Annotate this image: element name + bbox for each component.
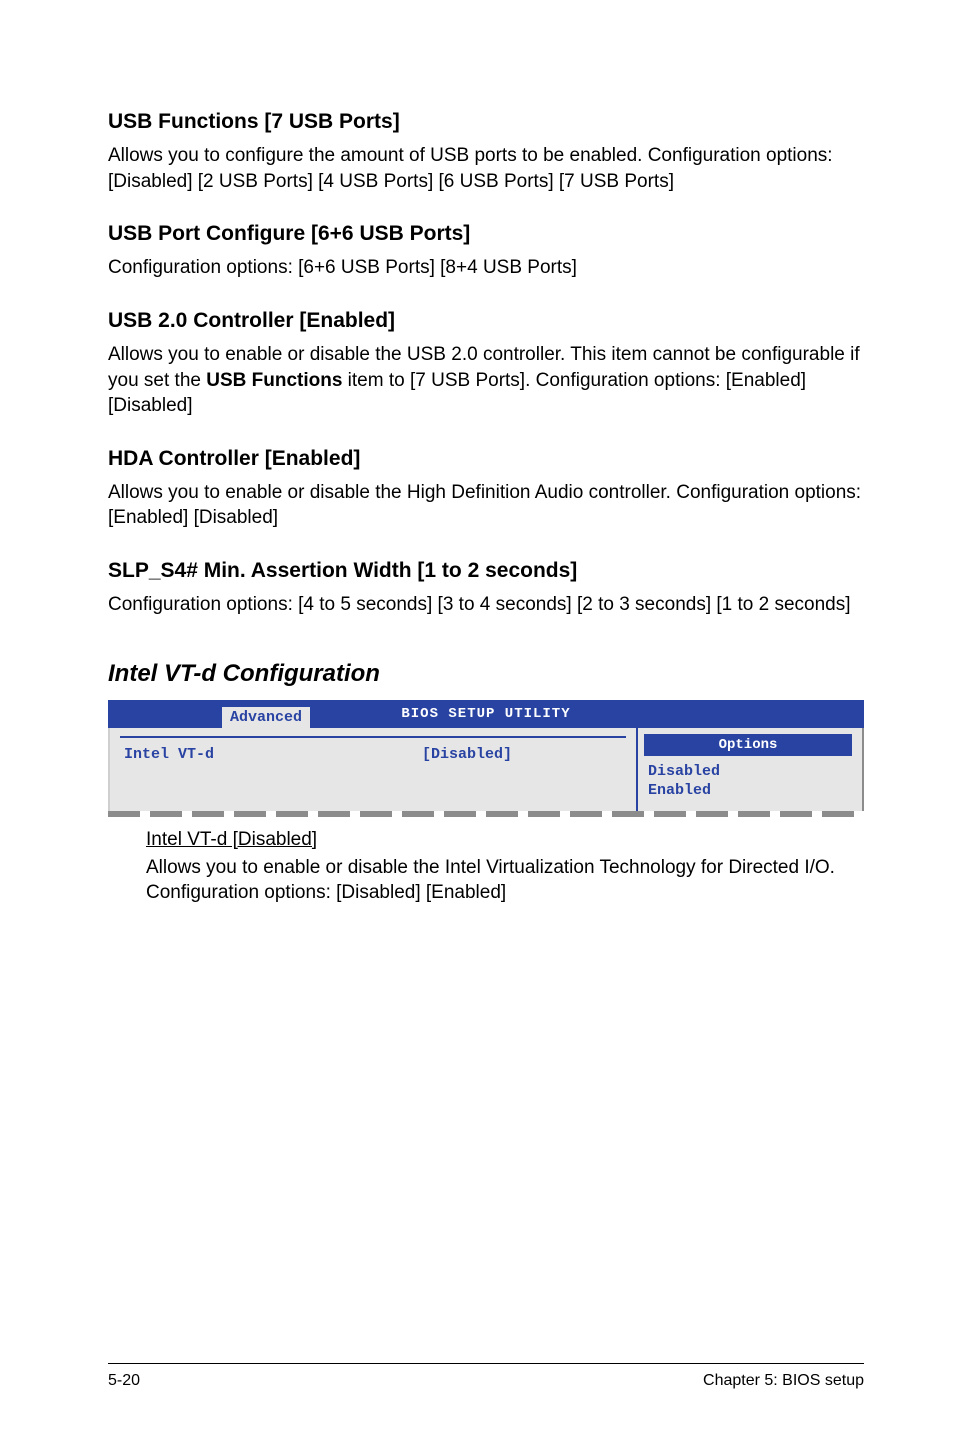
intel-vtd-sub-heading: Intel VT-d [Disabled]	[146, 829, 864, 851]
bios-setting-label: Intel VT-d	[124, 746, 214, 763]
bios-option-enabled[interactable]: Enabled	[648, 781, 854, 801]
bios-options-header: Options	[644, 734, 852, 756]
bios-option-disabled[interactable]: Disabled	[648, 762, 854, 782]
usb-port-configure-heading: USB Port Configure [6+6 USB Ports]	[108, 222, 864, 246]
bios-bottom-border	[108, 811, 864, 817]
bios-title-bar: BIOS SETUP UTILITY Advanced	[108, 700, 864, 728]
usb-port-configure-body: Configuration options: [6+6 USB Ports] […	[108, 255, 864, 281]
page-footer: 5-20 Chapter 5: BIOS setup	[108, 1363, 864, 1390]
usb-20-controller-heading: USB 2.0 Controller [Enabled]	[108, 309, 864, 333]
bios-panel: BIOS SETUP UTILITY Advanced Intel VT-d […	[108, 700, 864, 817]
footer-page-number: 5-20	[108, 1372, 140, 1390]
bios-setting-value: [Disabled]	[422, 746, 512, 763]
usb-functions-heading: USB Functions [7 USB Ports]	[108, 110, 864, 134]
bios-setting-row[interactable]: Intel VT-d [Disabled]	[124, 746, 622, 763]
intel-vtd-sub-body: Allows you to enable or disable the Inte…	[146, 855, 864, 906]
usb-20-controller-body: Allows you to enable or disable the USB …	[108, 342, 864, 419]
bios-main: Intel VT-d [Disabled] Options Disabled E…	[108, 728, 864, 811]
slp-s4-body: Configuration options: [4 to 5 seconds] …	[108, 592, 864, 618]
usb-functions-body: Allows you to configure the amount of US…	[108, 143, 864, 194]
intel-vtd-heading: Intel VT-d Configuration	[108, 660, 864, 688]
bios-right-panel: Options Disabled Enabled	[636, 728, 862, 811]
hda-controller-body: Allows you to enable or disable the High…	[108, 480, 864, 531]
bios-left-panel: Intel VT-d [Disabled]	[110, 728, 636, 811]
bios-title: BIOS SETUP UTILITY	[401, 706, 570, 722]
footer-chapter: Chapter 5: BIOS setup	[703, 1372, 864, 1390]
hda-controller-heading: HDA Controller [Enabled]	[108, 447, 864, 471]
bios-tab-advanced[interactable]: Advanced	[222, 707, 310, 728]
bios-options-list: Disabled Enabled	[638, 760, 862, 811]
slp-s4-heading: SLP_S4# Min. Assertion Width [1 to 2 sec…	[108, 559, 864, 583]
usb-20-body-bold: USB Functions	[206, 370, 342, 391]
